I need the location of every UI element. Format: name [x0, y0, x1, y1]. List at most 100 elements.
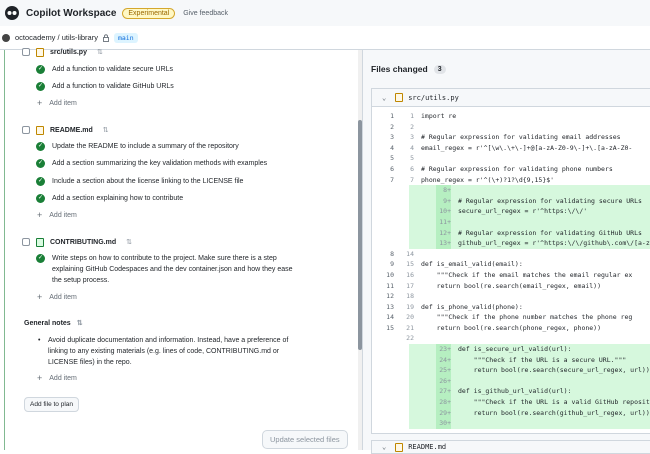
new-line-number: 18 — [406, 292, 414, 301]
new-line-number: 24+ — [436, 354, 451, 366]
drag-handle-icon[interactable]: ⇅ — [126, 238, 132, 246]
diff-line-added: 10+ secure_url_regex = r'^https:\/\/' — [409, 206, 650, 217]
chevron-down-icon[interactable]: ⌄ — [382, 94, 386, 102]
diff-view: ⌄ src/utils.py 1 1 import re 2 2 3 3 # Regular … — [371, 88, 650, 434]
code-text: github_url_regex = r'^https:\/\/github\.… — [458, 239, 650, 248]
task-text[interactable]: Update the README to include a summary o… — [52, 141, 239, 152]
note-text-line: Avoid duplicate documentation and inform… — [48, 337, 289, 344]
plan-file-utils[interactable]: src/utils.py ⇅ — [22, 45, 103, 59]
diff-line: 9 15 def is_email_valid(email): — [372, 259, 650, 270]
diff-line-added: 23+ def is_secure_url_valid(url): — [409, 344, 650, 355]
new-line-number: 5 — [410, 154, 414, 163]
diff-line-added: 12+ # Regular expression for validating G… — [409, 227, 650, 239]
new-line-number: 4 — [410, 143, 414, 152]
old-line-number: 8 — [390, 249, 394, 258]
add-file-to-plan-button[interactable]: Add file to plan — [24, 397, 80, 412]
task-item: ✓ Update the README to include a summary… — [36, 141, 239, 152]
branch-name[interactable]: main — [113, 32, 138, 43]
new-line-number: 9+ — [436, 195, 451, 207]
general-notes-heading: General notes ⇅ — [24, 319, 83, 328]
code-text: import re — [421, 112, 457, 120]
old-line-number: 4 — [390, 143, 394, 152]
add-item-button[interactable]: + Add item — [37, 98, 77, 108]
new-line-number: 26+ — [436, 375, 451, 387]
task-text[interactable]: Add a function to validate GitHub URLs — [52, 81, 174, 92]
task-text[interactable]: Add a section explaining how to contribu… — [52, 193, 183, 204]
file-checkbox[interactable] — [22, 126, 30, 134]
drag-handle-icon[interactable]: ⇅ — [77, 319, 83, 327]
file-checkbox[interactable] — [22, 48, 30, 56]
old-line-number: 9 — [390, 260, 394, 269]
diff-line-added: 8+ — [409, 185, 650, 196]
bullet-dot: • — [38, 337, 41, 344]
code-text: # Regular expression for validating GitH… — [458, 228, 642, 237]
add-item-label: Add item — [49, 211, 77, 219]
plan-file-readme[interactable]: README.md ⇅ — [22, 123, 109, 137]
new-line-number: 22 — [406, 334, 414, 343]
task-item: ✓ Write steps on how to contribute to th… — [36, 253, 293, 286]
new-line-number: 10+ — [436, 206, 451, 217]
copilot-logo-icon — [5, 6, 19, 20]
new-line-number: 8+ — [436, 185, 451, 196]
old-line-number: 14 — [386, 313, 394, 322]
add-item-button[interactable]: + Add item — [37, 292, 77, 302]
add-note-button[interactable]: + Add item — [37, 373, 77, 383]
task-item: ✓ Include a section about the license li… — [36, 176, 243, 187]
top-bar: Copilot Workspace Experimental Give feed… — [0, 0, 650, 26]
task-text-line: the setup process. — [52, 277, 110, 284]
old-line-number: 3 — [390, 133, 394, 142]
diff-line-added: 26+ — [409, 375, 650, 387]
experimental-badge: Experimental — [122, 7, 176, 19]
file-icon — [36, 125, 44, 135]
task-text-line: explaining GitHub Codespaces and the dev… — [52, 266, 293, 273]
progress-line — [4, 50, 5, 450]
note-item[interactable]: • Avoid duplicate documentation and info… — [38, 335, 328, 368]
new-line-number: 14 — [406, 249, 414, 258]
files-changed-label: Files changed — [371, 64, 428, 74]
check-circle-icon: ✓ — [36, 82, 45, 91]
task-text[interactable]: Include a section about the license link… — [52, 176, 243, 187]
new-line-number: 23+ — [436, 344, 451, 355]
new-line-number: 12+ — [436, 227, 451, 239]
drag-handle-icon[interactable]: ⇅ — [103, 126, 109, 134]
code-text: email_regex = r'^[\w\.\+\-]+@[a-zA-Z0-9\… — [421, 143, 633, 152]
add-item-label: Add item — [49, 99, 77, 107]
old-line-number: 2 — [390, 122, 394, 131]
add-item-button[interactable]: + Add item — [37, 210, 77, 220]
new-line-number: 21 — [406, 323, 414, 332]
new-line-number: 20 — [406, 313, 414, 322]
file-checkbox[interactable] — [22, 238, 30, 246]
old-line-number: 5 — [390, 154, 394, 163]
notes-title: General notes — [24, 319, 71, 327]
code-text: """Check if the phone number matches the… — [421, 313, 633, 322]
code-text: def is_email_valid(email): — [421, 260, 523, 269]
diff-line-added: 13+ github_url_regex = r'^https:\/\/githu… — [409, 238, 650, 249]
plus-icon: + — [37, 373, 43, 383]
plan-file-contributing[interactable]: CONTRIBUTING.md ⇅ — [22, 235, 132, 249]
new-line-number: 19 — [406, 302, 414, 311]
task-text[interactable]: Add a function to validate secure URLs — [52, 64, 173, 75]
plus-icon: + — [37, 98, 43, 108]
old-line-number: 15 — [386, 323, 394, 332]
diff-line: 7 7 phone_regex = r'^(\+)?1?\d{9,15}$' — [372, 175, 650, 186]
diff-line-added: 11+ — [409, 216, 650, 228]
diff-code: 1 1 import re 2 2 3 3 # Regular expression for … — [372, 111, 650, 429]
task-text[interactable]: Add a section summarizing the key valida… — [52, 158, 267, 169]
diff-line: 12 18 — [372, 291, 650, 302]
update-selected-files-button[interactable]: Update selected files — [262, 430, 348, 449]
old-line-number: 1 — [390, 112, 394, 120]
diff-line: 8 14 — [372, 249, 650, 260]
new-line-number: 7 — [410, 175, 414, 184]
repo-path[interactable]: octocademy / utils-library — [15, 33, 98, 42]
task-text[interactable]: Write steps on how to contribute to the … — [52, 253, 293, 286]
code-text: secure_url_regex = r'^https:\/\/' — [458, 207, 588, 216]
owner-avatar — [2, 33, 10, 42]
note-text-line: linking to any existing materials (e.g. … — [48, 348, 280, 355]
files-changed-heading: Files changed 3 — [371, 64, 446, 74]
diff-file-header-readme[interactable]: ⌄ README.md — [371, 440, 650, 454]
drag-handle-icon[interactable]: ⇅ — [97, 48, 103, 56]
diff-file-header[interactable]: ⌄ src/utils.py — [372, 89, 650, 107]
new-line-number: 16 — [406, 270, 414, 279]
new-line-number: 27+ — [436, 386, 451, 398]
give-feedback-link[interactable]: Give feedback — [183, 10, 228, 17]
